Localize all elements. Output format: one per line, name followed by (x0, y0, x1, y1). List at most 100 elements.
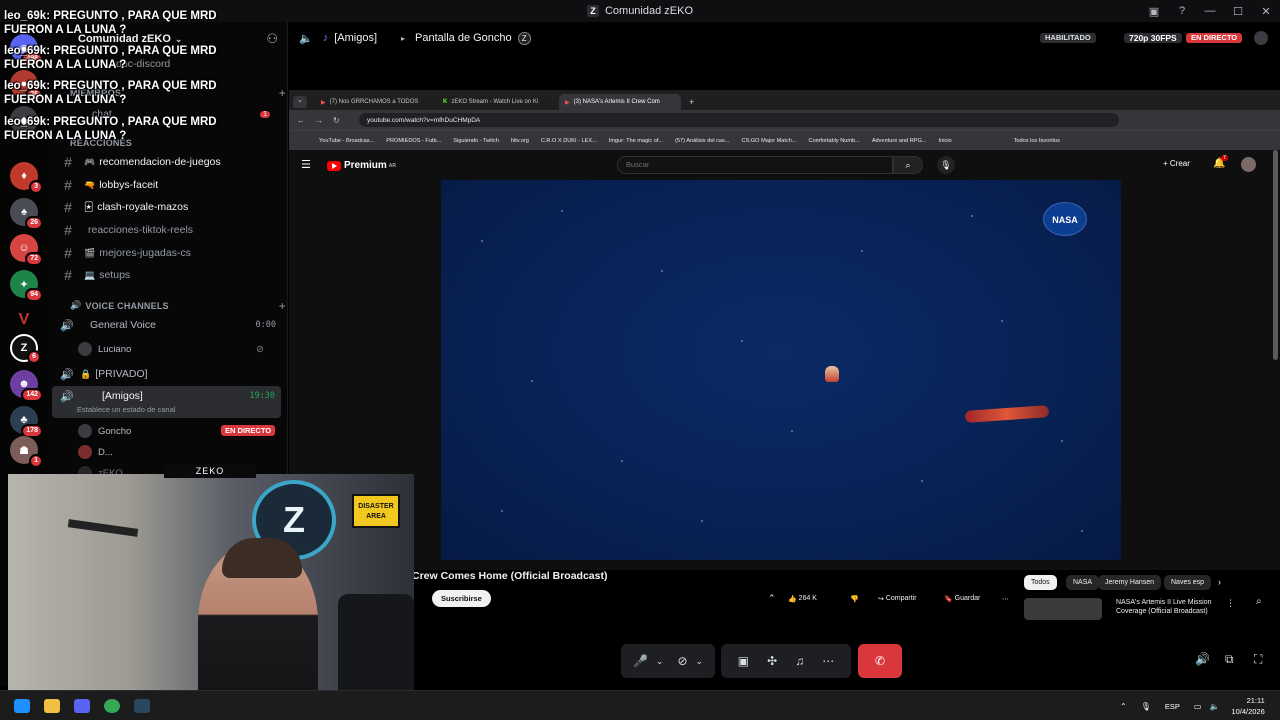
channel-recomendacion-de-juegos[interactable]: # 🎮 recomendacion-de-juegos (56, 152, 284, 172)
channel-reacciones-tiktok-reels[interactable]: # reacciones-tiktok-reels (56, 220, 284, 240)
reload-icon[interactable]: ↻ (333, 116, 340, 125)
bookmark[interactable]: Adventure and RPG... (872, 138, 927, 144)
youtube-logo[interactable]: Premium AR (327, 160, 396, 171)
filter-chip[interactable]: NASA (1066, 575, 1100, 590)
server-icon[interactable]: ♣ 178 (10, 406, 43, 438)
bookmark[interactable]: YouTube - Broadcas... (319, 138, 374, 144)
camera-off-icon[interactable]: ⊘ (677, 654, 687, 668)
browser-tab[interactable]: ▶ (7) Nos GRRCHAMOS a TODOS (315, 94, 437, 110)
microphone-icon[interactable]: 🎤 (633, 654, 648, 668)
stage-channel[interactable]: [Amigos] (334, 32, 377, 44)
menu-icon[interactable]: ☰ (301, 158, 311, 171)
tab-menu-icon[interactable]: ⌄ (293, 96, 307, 108)
dislike-icon[interactable]: 👎 (850, 590, 859, 607)
bookmark[interactable]: (57) Análisis del cas... (675, 138, 729, 144)
filter-chip[interactable]: Naves esp (1164, 575, 1212, 590)
related-thumbnail[interactable] (1024, 598, 1102, 620)
add-member-icon[interactable]: ⚇ (266, 31, 278, 47)
bookmark[interactable]: Siguiendo - Twitch (453, 138, 499, 144)
save-button[interactable]: 🔖 Guardar (944, 590, 980, 607)
inbox-icon[interactable]: ▣ (1140, 5, 1168, 18)
filter-chip[interactable]: Todos (1024, 575, 1057, 590)
create-button[interactable]: + Crear (1163, 159, 1190, 168)
activities-icon[interactable]: ✣ (767, 654, 777, 668)
volume-icon[interactable]: 🔊 (1195, 652, 1210, 666)
back-icon[interactable]: ← (297, 116, 305, 125)
volume-icon[interactable]: 🔈 (1209, 702, 1219, 711)
language-indicator[interactable]: ESP (1165, 702, 1180, 711)
server-icon[interactable]: ☻ 142 (10, 370, 43, 402)
new-tab-button[interactable]: + (689, 97, 694, 107)
filter-chip[interactable]: Jeremy Hansen (1098, 575, 1162, 590)
avatar[interactable] (1241, 157, 1256, 172)
chrome-icon[interactable] (104, 699, 120, 713)
microphone-icon[interactable]: 🎙 (937, 156, 955, 174)
search-button[interactable]: ⌕ (893, 156, 923, 174)
expand-icon[interactable]: ⌃ (768, 590, 776, 607)
file-explorer-icon[interactable] (44, 699, 60, 713)
network-icon[interactable]: ▭ (1194, 702, 1202, 711)
chevron-down-icon[interactable]: ⌄ (696, 656, 704, 667)
scrollbar[interactable] (1273, 150, 1278, 360)
popout-icon[interactable]: ⧉ (1225, 652, 1234, 667)
bookmark[interactable]: PROMIEDOS - Futb... (386, 138, 441, 144)
windows-start-icon[interactable] (14, 699, 30, 713)
category-voice-channels[interactable]: 🔊 VOICE CHANNELS + (70, 299, 290, 313)
close-button[interactable]: ✕ (1252, 5, 1280, 18)
channel-clash-royale-mazos[interactable]: # 🃏 clash-royale-mazos (56, 197, 284, 217)
minimize-button[interactable]: — (1196, 5, 1224, 17)
bookmark[interactable]: hltv.org (511, 138, 529, 144)
channel-status[interactable]: Establece un estado de canal (77, 405, 175, 414)
browser-tab[interactable]: KzEKO Stream - Watch Live on Ki (437, 94, 559, 110)
microphone-icon[interactable]: 🎙 (1141, 702, 1151, 711)
more-icon[interactable]: ⋯ (822, 654, 834, 668)
server-icon[interactable]: ☗ 1 (10, 436, 43, 468)
voice-channel-privado[interactable]: 🔊 🔒 [PRIVADO] (56, 363, 282, 385)
more-vert-icon[interactable]: ⋮ (1226, 598, 1235, 609)
related-title[interactable]: NASA's Artemis II Live Mission Coverage (… (1116, 598, 1211, 616)
channel-setups[interactable]: # 💻 setups (56, 265, 284, 285)
channel-lobbys-faceit[interactable]: # 🔫 lobbys-faceit (56, 175, 284, 195)
server-icon[interactable]: ♠ 26 (10, 198, 43, 230)
discord-icon[interactable] (74, 699, 90, 713)
bookmark[interactable]: CS:GO Major Match... (742, 138, 797, 144)
chevron-down-icon[interactable]: ⌄ (656, 656, 664, 667)
voice-channel-general[interactable]: 🔊 General Voice 0:00 (56, 314, 282, 336)
chevron-right-icon[interactable]: › (1218, 577, 1221, 587)
zoom-icon[interactable]: ⌕ (1256, 596, 1262, 607)
subscribe-button[interactable]: Suscribirse (432, 590, 491, 607)
search-input[interactable]: Buscar (617, 156, 893, 174)
plus-icon[interactable]: + (279, 86, 286, 100)
disconnect-button[interactable]: ✆ (858, 644, 902, 678)
server-icon[interactable]: Z6 (10, 334, 41, 364)
bookmark[interactable]: Imgur: The magic of... (609, 138, 663, 144)
voice-user[interactable]: D... (78, 445, 278, 459)
voice-user[interactable]: Luciano ⊘ (78, 342, 278, 356)
bookmark[interactable]: Inicio (939, 138, 952, 144)
video-player[interactable]: NASA (441, 180, 1121, 560)
plus-icon[interactable]: + (279, 299, 286, 313)
server-icon[interactable]: ♦ 3 (10, 162, 43, 194)
voice-channel-amigos[interactable]: 🔊 [Amigos] 19:30 Establece un estado de … (52, 386, 281, 418)
server-icon[interactable]: V (10, 306, 38, 334)
maximize-button[interactable]: ☐ (1224, 5, 1252, 18)
chat-bubble-icon[interactable] (1254, 31, 1268, 45)
chevron-up-icon[interactable]: ⌃ (1120, 702, 1127, 711)
server-icon[interactable]: ✦ 94 (10, 270, 43, 302)
like-button[interactable]: 👍 264 K (788, 590, 817, 607)
bookmark[interactable]: C.R.O X DUKI - LEX... (541, 138, 597, 144)
server-icon[interactable]: ☺ 72 (10, 234, 43, 266)
bookmark[interactable]: Todos los favoritos (1014, 138, 1060, 144)
channel-mejores-jugadas-cs[interactable]: # 🎬 mejores-jugadas-cs (56, 243, 284, 263)
address-bar[interactable]: youtube.com/watch?v=mfhDuCHMpDA (359, 113, 1119, 127)
forward-icon[interactable]: → (315, 116, 323, 125)
bookmark[interactable]: Comfortably Numb... (809, 138, 860, 144)
steam-icon[interactable] (134, 699, 150, 713)
browser-tab-active[interactable]: ▶ (3) NASA's Artemis II Crew Com (559, 94, 681, 110)
clock[interactable]: 21:11 10/4/2026 (1231, 695, 1264, 717)
help-icon[interactable]: ? (1168, 5, 1196, 17)
more-icon[interactable]: ⋯ (1002, 590, 1009, 607)
share-button[interactable]: ↪ Compartir (878, 590, 917, 607)
screen-share-icon[interactable]: ▣ (738, 654, 749, 668)
fullscreen-icon[interactable]: ⛶ (1254, 652, 1262, 667)
